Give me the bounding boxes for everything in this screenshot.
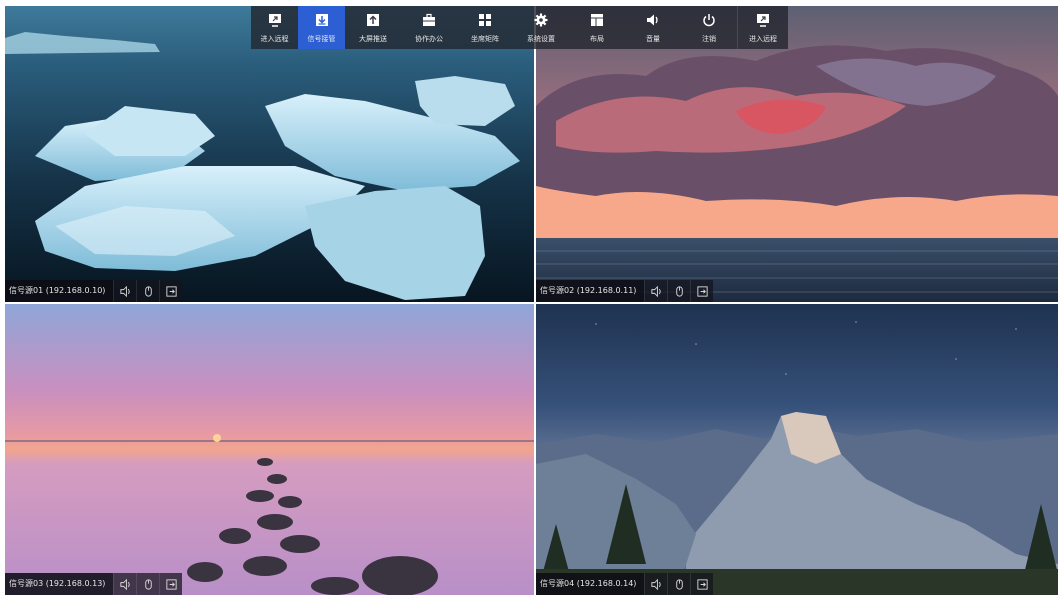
source-control-bar: 信号源03 (192.168.0.13): [5, 573, 183, 595]
signal-panel-3[interactable]: 信号源03 (192.168.0.13): [5, 304, 534, 595]
layout-icon: [591, 14, 603, 26]
toolbar-label: 信号接管: [307, 35, 336, 43]
toolbar-volume-button[interactable]: 音量: [625, 6, 681, 49]
iceberg-image: [5, 6, 534, 302]
toolbar-label: 坐席矩阵: [471, 35, 499, 43]
toolbar-label: 注销: [702, 35, 716, 43]
source-label: 信号源02 (192.168.0.11): [536, 280, 645, 302]
grid-icon: [479, 14, 491, 26]
toolbar-label: 协作办公: [415, 35, 443, 43]
mouse-icon[interactable]: [136, 573, 159, 595]
source-label: 信号源01 (192.168.0.10): [5, 280, 114, 302]
source-control-bar: 信号源01 (192.168.0.10): [5, 280, 183, 302]
download-icon: [315, 14, 328, 26]
exit-icon[interactable]: [690, 280, 713, 302]
mountain-image: [536, 304, 1058, 595]
toolbar-collaboration-button[interactable]: 协作办公: [401, 6, 457, 49]
mouse-icon[interactable]: [667, 280, 690, 302]
power-icon: [703, 14, 715, 27]
signal-panel-2[interactable]: 信号源02 (192.168.0.11): [536, 6, 1058, 302]
upload-icon: [367, 14, 379, 26]
toolbar-seat-matrix-button[interactable]: 坐席矩阵: [457, 6, 513, 49]
signal-panel-4[interactable]: 信号源04 (192.168.0.14): [536, 304, 1058, 595]
remote-enter-icon: [268, 14, 281, 27]
source-control-bar: 信号源02 (192.168.0.11): [536, 280, 714, 302]
speaker-icon[interactable]: [644, 280, 667, 302]
top-toolbar: 进入远程 信号接管 大屏推送 协作办公 坐席矩阵 系统设置 布局 音量 注销 进…: [251, 6, 788, 49]
sunset-rocks-image: [5, 304, 534, 595]
mouse-icon[interactable]: [667, 573, 690, 595]
toolbar-label: 音量: [646, 35, 660, 43]
source-label: 信号源04 (192.168.0.14): [536, 573, 645, 595]
exit-icon[interactable]: [690, 573, 713, 595]
speaker-icon[interactable]: [644, 573, 667, 595]
remote-enter-icon: [757, 14, 769, 27]
toolbar-label: 系统设置: [527, 35, 555, 43]
toolbar-screen-push-button[interactable]: 大屏推送: [345, 6, 401, 49]
mouse-icon[interactable]: [136, 280, 159, 302]
speaker-icon[interactable]: [113, 280, 136, 302]
toolbar-system-settings-button[interactable]: 系统设置: [513, 6, 569, 49]
exit-icon[interactable]: [159, 573, 182, 595]
signal-panel-1[interactable]: 信号源01 (192.168.0.10): [5, 6, 534, 302]
toolbar-enter-remote-button-2[interactable]: 进入远程: [737, 6, 788, 49]
speaker-icon[interactable]: [113, 573, 136, 595]
gear-icon: [534, 13, 548, 27]
toolbar-label: 进入远程: [260, 35, 289, 43]
toolbar-label: 进入远程: [749, 35, 777, 43]
toolbar-layout-button[interactable]: 布局: [569, 6, 625, 49]
sunset-clouds-image: [536, 6, 1058, 302]
toolbar-enter-remote-button[interactable]: 进入远程: [251, 6, 298, 49]
source-control-bar: 信号源04 (192.168.0.14): [536, 573, 714, 595]
source-label: 信号源03 (192.168.0.13): [5, 573, 114, 595]
volume-icon: [647, 14, 658, 26]
briefcase-icon: [423, 13, 435, 26]
toolbar-label: 布局: [590, 35, 604, 43]
toolbar-label: 大屏推送: [359, 35, 387, 43]
toolbar-logout-button[interactable]: 注销: [681, 6, 737, 49]
exit-icon[interactable]: [159, 280, 182, 302]
toolbar-signal-takeover-button[interactable]: 信号接管: [298, 6, 345, 49]
